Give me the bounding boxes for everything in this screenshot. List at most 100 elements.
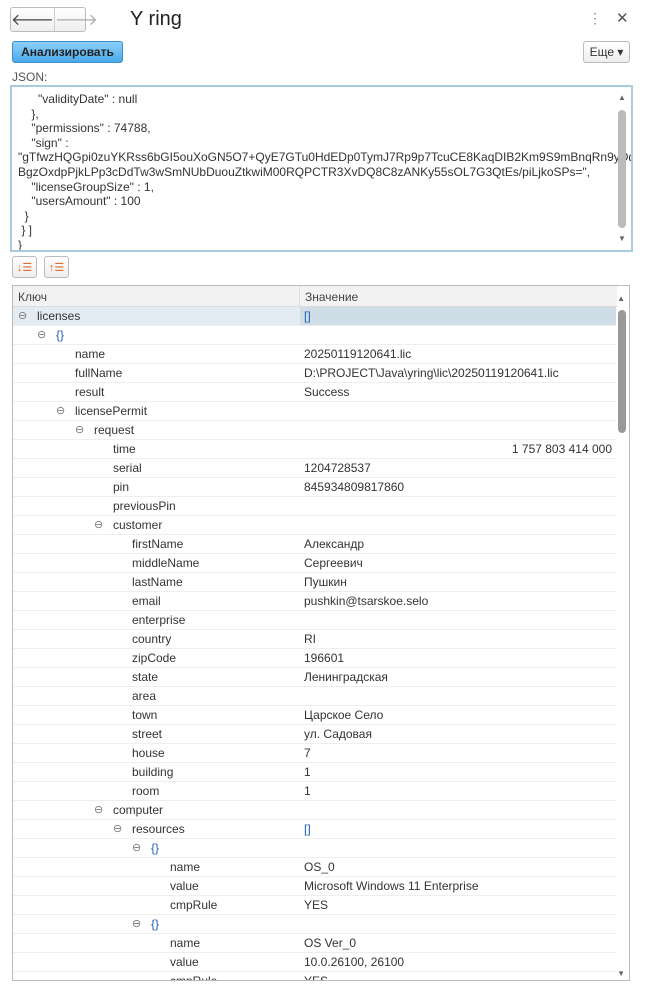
row-value: ул. Садовая [304, 727, 372, 741]
row-value: Царское Село [304, 708, 384, 722]
tree-row[interactable]: cmpRule YES [13, 896, 616, 915]
row-key: value [170, 879, 199, 893]
tree-row[interactable]: result Success [13, 383, 616, 402]
row-key-cell: room [13, 782, 300, 800]
row-key-cell: building [13, 763, 300, 781]
row-value: pushkin@tsarskoe.selo [304, 594, 429, 608]
analyze-button[interactable]: Анализировать [12, 41, 123, 63]
row-key: enterprise [132, 613, 186, 627]
more-options-icon[interactable]: ⋮ [588, 10, 602, 27]
row-key: house [132, 746, 165, 760]
row-key: country [132, 632, 172, 646]
row-key: zipCode [132, 651, 177, 665]
tree-row[interactable]: town Царское Село [13, 706, 616, 725]
row-key-cell: name [13, 345, 300, 363]
collapse-toggle-icon[interactable]: ⊖ [113, 820, 122, 838]
tree-row[interactable]: ⊖ {} [13, 839, 616, 858]
tree-row[interactable]: ⊖ computer [13, 801, 616, 820]
tree-row[interactable]: fullName D:\PROJECT\Java\yring\lic\202501… [13, 364, 616, 383]
tree-row[interactable]: area [13, 687, 616, 706]
row-value: 1 [304, 765, 311, 779]
collapse-toggle-icon[interactable]: ⊖ [75, 421, 84, 439]
tree-row[interactable]: zipCode 196601 [13, 649, 616, 668]
tree-row[interactable]: ⊖ licensePermit [13, 402, 616, 421]
collapse-all-button[interactable]: ↑☰ [44, 256, 69, 278]
tree-row[interactable]: name OS_0 [13, 858, 616, 877]
tree-row[interactable]: ⊖ {} [13, 326, 616, 345]
collapse-toggle-icon[interactable]: ⊖ [18, 307, 27, 325]
column-key[interactable]: Ключ [13, 286, 300, 306]
collapse-toggle-icon[interactable]: ⊖ [94, 801, 103, 819]
tree-row[interactable]: email pushkin@tsarskoe.selo [13, 592, 616, 611]
row-value: 10.0.26100, 26100 [304, 955, 405, 969]
more-menu-button[interactable]: Еще ▾ [583, 41, 630, 63]
column-value[interactable]: Значение [300, 286, 363, 306]
row-key-cell: fullName [13, 364, 300, 382]
forward-button[interactable]: 🡒 [55, 8, 98, 31]
row-value: Сергеевич [304, 556, 363, 570]
row-key-cell: ⊖ {} [13, 915, 300, 933]
row-value: 1 757 803 414 000 [511, 442, 612, 456]
row-key: room [132, 784, 160, 798]
json-textarea[interactable]: "validityDate" : null }, "permissions" :… [10, 85, 633, 252]
tree-row[interactable]: ⊖ licenses [] [13, 307, 616, 326]
tree-row[interactable]: ⊖ resources [] [13, 820, 616, 839]
tree-row[interactable]: ⊖ customer [13, 516, 616, 535]
row-value: RI [304, 632, 316, 646]
row-value: OS_0 [304, 860, 335, 874]
collapse-toggle-icon[interactable]: ⊖ [37, 326, 46, 344]
collapse-toggle-icon[interactable]: ⊖ [56, 402, 65, 420]
tree-row[interactable]: house 7 [13, 744, 616, 763]
close-icon[interactable]: ✕ [616, 9, 629, 27]
tree-row[interactable]: name OS Ver_0 [13, 934, 616, 953]
tree-row[interactable]: pin 845934809817860 [13, 478, 616, 497]
tree-row[interactable]: country RI [13, 630, 616, 649]
tree-scroll-down-icon[interactable]: ▼ [617, 969, 625, 978]
row-value [300, 915, 616, 933]
tree-row[interactable]: time 1 757 803 414 000 [13, 440, 616, 459]
row-key: fullName [75, 366, 123, 380]
tree-row[interactable]: enterprise [13, 611, 616, 630]
tree-row[interactable]: street ул. Садовая [13, 725, 616, 744]
json-scrollbar[interactable] [618, 110, 626, 228]
tree-row[interactable]: room 1 [13, 782, 616, 801]
tree-row[interactable]: ⊖ {} [13, 915, 616, 934]
tree-row[interactable]: firstName Александр [13, 535, 616, 554]
tree-row[interactable]: ⊖ request [13, 421, 616, 440]
back-button[interactable]: 🡐 [11, 8, 55, 31]
row-key-cell: house [13, 744, 300, 762]
tree-scroll-up-icon[interactable]: ▲ [617, 294, 625, 303]
tree-row[interactable]: cmpRule YES [13, 972, 616, 980]
row-key-cell: ⊖ licensePermit [13, 402, 300, 420]
tree-row[interactable]: lastName Пушкин [13, 573, 616, 592]
sort-down-icon: ↓☰ [16, 261, 33, 274]
tree-header: Ключ Значение [13, 286, 617, 307]
tree-row[interactable]: serial 1204728537 [13, 459, 616, 478]
collapse-toggle-icon[interactable]: ⊖ [94, 516, 103, 534]
tree-row[interactable]: value Microsoft Windows 11 Enterprise [13, 877, 616, 896]
row-value [300, 611, 616, 629]
tree-row[interactable]: state Ленинградская [13, 668, 616, 687]
scroll-down-icon[interactable]: ▼ [618, 234, 626, 243]
row-value [300, 497, 616, 515]
tree-row[interactable]: value 10.0.26100, 26100 [13, 953, 616, 972]
row-key-cell: state [13, 668, 300, 686]
expand-all-button[interactable]: ↓☰ [12, 256, 37, 278]
row-key: middleName [132, 556, 200, 570]
json-label: JSON: [12, 70, 48, 84]
row-value: YES [304, 898, 329, 912]
tree-row[interactable]: middleName Сергеевич [13, 554, 616, 573]
tree-row[interactable]: building 1 [13, 763, 616, 782]
row-key: state [132, 670, 159, 684]
tree-row[interactable]: name 20250119120641.lic [13, 345, 616, 364]
row-key: {} [56, 328, 65, 342]
row-value [300, 421, 616, 439]
row-key: street [132, 727, 163, 741]
scroll-up-icon[interactable]: ▲ [618, 93, 626, 102]
row-key-cell: value [13, 953, 300, 971]
collapse-toggle-icon[interactable]: ⊖ [132, 839, 141, 857]
tree-row[interactable]: previousPin [13, 497, 616, 516]
row-value [300, 402, 616, 420]
tree-scrollbar[interactable] [618, 310, 626, 433]
collapse-toggle-icon[interactable]: ⊖ [132, 915, 141, 933]
